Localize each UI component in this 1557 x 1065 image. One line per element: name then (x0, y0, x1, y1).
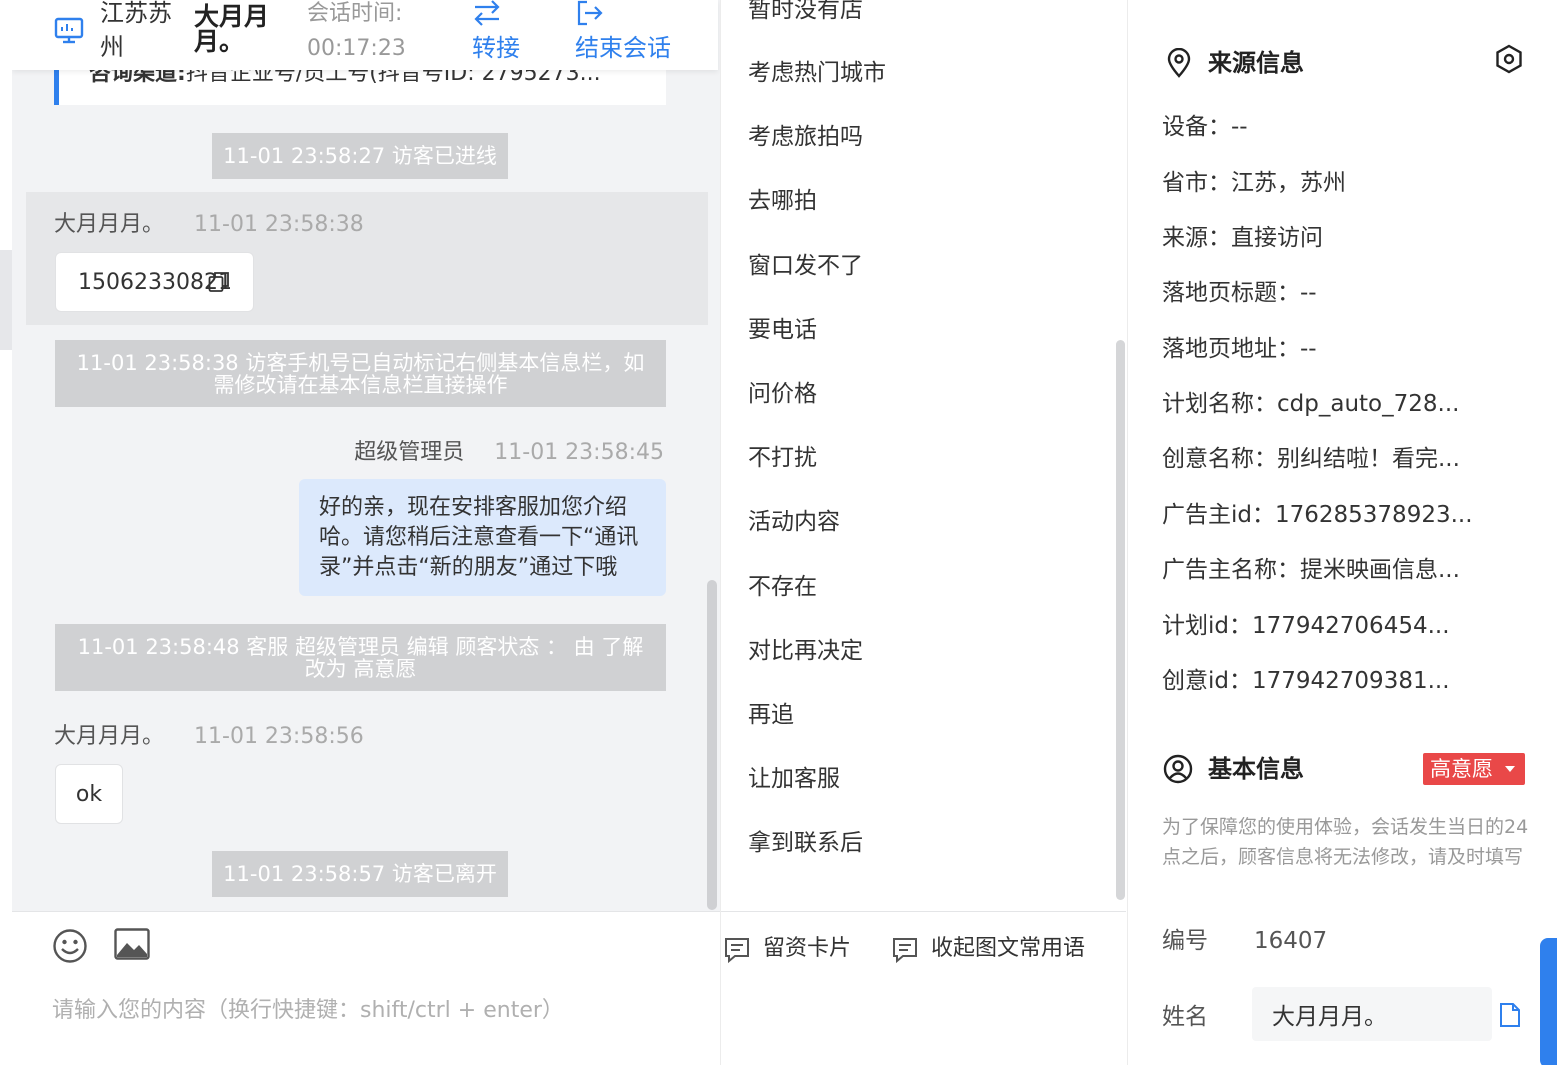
name-label: 姓名 (1162, 1004, 1208, 1030)
emoji-icon[interactable] (52, 928, 88, 964)
source-info-row: 广告主id：176285378923... (1162, 502, 1473, 528)
floating-side-tab[interactable] (1540, 938, 1557, 1065)
source-info-row: 来源：直接访问 (1162, 225, 1323, 251)
message-meta: 大月月月。 11-01 23:58:38 (54, 210, 364, 240)
quick-reply-item[interactable]: 活动内容 (748, 506, 840, 538)
session-time-label: 会话时间: (307, 1, 403, 26)
source-info-row: 计划id：177942706454... (1162, 613, 1450, 639)
quick-reply-item[interactable]: 暂时没有店 (748, 0, 863, 26)
quick-reply-item[interactable]: 去哪拍 (748, 185, 817, 217)
basic-info-title: 基本信息 (1208, 755, 1304, 783)
location-pin-icon (1167, 48, 1191, 78)
sender-name: 大月月月。 (54, 724, 165, 749)
document-icon[interactable] (1498, 1002, 1522, 1028)
transfer-label: 转接 (472, 34, 520, 62)
source-info-row: 落地页标题：-- (1162, 280, 1317, 306)
source-info-row: 计划名称：cdp_auto_728... (1162, 391, 1460, 417)
image-icon[interactable] (114, 928, 150, 960)
quick-reply-item[interactable]: 让加客服 (748, 763, 840, 795)
visitor-name: 大月月月。 (194, 2, 270, 56)
quick-reply-item[interactable]: 要电话 (748, 314, 817, 346)
quick-reply-item[interactable]: 不打扰 (748, 442, 817, 474)
message-time: 11-01 23:58:56 (194, 724, 364, 749)
transfer-button[interactable]: 转接 (472, 0, 522, 70)
name-input[interactable] (1272, 997, 1482, 1031)
chat-header: 江苏苏州 大月月月。 会话时间: 00:17:23 转接 结束会话 (12, 0, 718, 70)
user-circle-icon (1163, 754, 1193, 784)
intent-status-dropdown[interactable]: 高意愿 (1423, 753, 1525, 785)
quick-reply-item[interactable]: 考虑旅拍吗 (748, 121, 863, 153)
transfer-icon (474, 0, 500, 26)
quick-reply-scrollbar[interactable] (1116, 340, 1125, 900)
window-edge (0, 250, 12, 350)
id-value: 16407 (1254, 928, 1328, 954)
source-info-row: 创意名称：别纠结啦！看完... (1162, 446, 1460, 472)
edit-notice: 为了保障您的使用体验，会话发生当日的24点之后，顾客信息将无法修改，请及时填写 (1162, 816, 1529, 868)
visitor-message-bubble[interactable]: 15062330821 (55, 252, 254, 312)
quick-reply-item[interactable]: 对比再决定 (748, 635, 863, 667)
system-message: 11-01 23:58:57 访客已离开 (212, 851, 508, 897)
source-info-row: 设备：-- (1162, 114, 1248, 140)
collapse-phrases-label: 收起图文常用语 (931, 936, 1086, 961)
session-time-value: 00:17:23 (307, 36, 406, 61)
logout-icon (577, 0, 603, 26)
message-time: 11-01 23:58:45 (494, 440, 664, 465)
source-info-title: 来源信息 (1208, 49, 1304, 77)
name-field-wrapper (1252, 987, 1492, 1041)
quick-reply-item[interactable]: 考虑热门城市 (748, 57, 886, 89)
quick-reply-item[interactable]: 不存在 (748, 571, 817, 603)
sender-name: 超级管理员 (354, 440, 465, 465)
source-info-row: 落地页地址：-- (1162, 336, 1317, 362)
visitor-region: 江苏苏州 (100, 0, 172, 61)
visitor-message-bubble: ok (55, 764, 123, 824)
message-time: 11-01 23:58:38 (194, 212, 364, 237)
system-message: 11-01 23:58:38 访客手机号已自动标记右侧基本信息栏，如需修改请在基… (55, 340, 666, 407)
source-info-row: 省市：江苏，苏州 (1162, 170, 1346, 196)
intent-status-label: 高意愿 (1430, 757, 1493, 781)
monitor-icon (54, 17, 84, 44)
quick-reply-item[interactable]: 再追 (748, 699, 794, 731)
message-composer (12, 911, 720, 1065)
copy-icon[interactable] (208, 271, 230, 293)
id-label: 编号 (1162, 928, 1208, 954)
agent-message-bubble: 好的亲，现在安排客服加您介绍哈。请您稍后注意查看一下“通讯录”并点击“新的朋友”… (299, 479, 666, 596)
chat-panel: 江苏苏州 大月月月。 会话时间: 00:17:23 转接 结束会话 咨询渠道:抖… (12, 0, 720, 1065)
quick-reply-footer: 留资卡片 收起图文常用语 (721, 911, 1126, 1065)
end-session-button[interactable]: 结束会话 (575, 0, 675, 70)
lead-card-label: 留资卡片 (763, 936, 852, 961)
settings-icon[interactable] (1494, 44, 1524, 74)
quick-reply-item[interactable]: 问价格 (748, 378, 817, 410)
quick-reply-item[interactable]: 窗口发不了 (748, 250, 863, 282)
chat-scrollbar[interactable] (707, 580, 717, 910)
source-info-row: 创意id：177942709381... (1162, 668, 1450, 694)
message-meta: 超级管理员 11-01 23:58:45 (354, 438, 664, 468)
message-meta: 大月月月。 11-01 23:58:56 (54, 722, 364, 752)
message-card-icon (893, 938, 917, 964)
system-message: 11-01 23:58:27 访客已进线 (212, 133, 508, 179)
message-input[interactable] (52, 992, 692, 1028)
quick-reply-panel: 暂时没有店 考虑热门城市 考虑旅拍吗 去哪拍 窗口发不了 要电话 问价格 不打扰… (720, 0, 1126, 1065)
system-message: 11-01 23:58:48 客服 超级管理员 编辑 顾客状态 ： 由 了解 改… (55, 624, 666, 691)
message-card-icon (725, 938, 749, 964)
source-info-row: 广告主名称：提米映画信息... (1162, 557, 1460, 583)
customer-info-panel: 来源信息 设备：-- 省市：江苏，苏州 来源：直接访问 落地页标题：-- 落地页… (1127, 0, 1557, 1065)
quick-reply-item[interactable]: 拿到联系后 (748, 827, 863, 859)
caret-down-icon (1505, 766, 1515, 772)
end-session-label: 结束会话 (575, 34, 671, 62)
sender-name: 大月月月。 (54, 212, 165, 237)
